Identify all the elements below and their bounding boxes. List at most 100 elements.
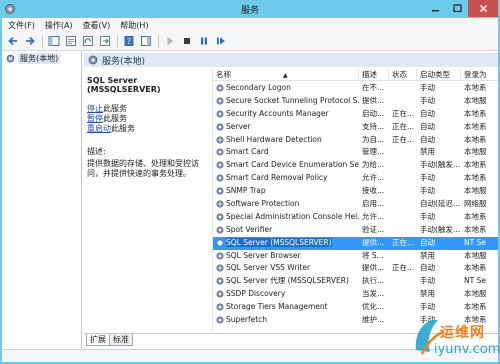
service-logon-cell: 本地系 (464, 173, 487, 183)
maximize-button[interactable] (446, 0, 468, 17)
service-name: Shell Hardware Detection (226, 134, 322, 144)
menu-action[interactable]: 操作(A) (45, 20, 73, 31)
pause-service-link[interactable]: 暂停 (87, 114, 103, 123)
extended-description-panel: SQL Server (MSSQLSERVER) 停止此服务 暂停此服务 重启动… (84, 69, 210, 331)
service-name-cell: Special Administration Console Hel... (213, 211, 359, 224)
service-row[interactable]: Server 支持... 正在... 自动 本地系 (213, 121, 498, 134)
service-row[interactable]: Shell Hardware Detection 为自... 正在... 自动 本地系 (213, 134, 498, 147)
menu-help[interactable]: 帮助(H) (120, 20, 148, 31)
column-header-logon-as[interactable]: 登录为 (461, 69, 498, 80)
service-name-cell: Superfetch (213, 314, 359, 327)
service-name: SQL Server Browser (226, 250, 301, 260)
export-list-icon (100, 36, 110, 46)
stop-service-link[interactable]: 停止 (87, 104, 103, 113)
service-row[interactable]: Software Protection 启用... 自动(延迟... 网络服 (213, 198, 498, 211)
service-row[interactable]: Spot Verifier 验证... 手动(触发... 本地系 (213, 224, 498, 237)
service-row[interactable]: Smart Card 管理... 禁用 本地服 (213, 146, 498, 159)
service-row[interactable]: SQL Server Browser 将 S... 禁用 本地服 (213, 250, 498, 263)
help-button[interactable]: ? (122, 34, 136, 48)
service-description-cell: 维护... (362, 315, 385, 325)
column-header-status[interactable]: 状态 (389, 69, 417, 80)
back-button[interactable] (6, 34, 20, 48)
tree-item-services-local[interactable]: 服务(本地) (6, 53, 61, 64)
service-startup-type-cell: 手动 (420, 186, 435, 196)
column-header-description[interactable]: 描述 (359, 69, 389, 80)
service-gear-icon (216, 200, 224, 208)
service-logon-cell: 网络服 (464, 199, 487, 209)
service-description-cell: 为给... (362, 160, 385, 170)
close-icon (479, 4, 487, 13)
service-name-cell: SQL Server Browser (213, 250, 359, 263)
column-header-name[interactable]: 名称 ▲ (213, 69, 359, 80)
restart-icon (217, 37, 225, 45)
forward-button[interactable] (23, 34, 37, 48)
minimize-button[interactable] (424, 0, 446, 17)
service-startup-type-cell: 禁用 (420, 289, 435, 299)
list-header: 名称 ▲ 描述 状态 启动类型 登录为 (213, 69, 498, 81)
service-name-cell: SNMP Trap (213, 185, 359, 198)
service-name-cell: Secure Socket Tunneling Protocol S... (213, 95, 359, 108)
export-list-button[interactable] (98, 34, 112, 48)
service-row[interactable]: Security Accounts Manager 启动... 正在... 自动 本地系 (213, 108, 498, 121)
service-logon-cell: 本地服 (464, 95, 487, 105)
content-area: 服务(本地) 服务(本地) SQL Server (MSSQLSERVER) 停… (2, 51, 498, 349)
restart-service-button[interactable] (214, 34, 228, 48)
menu-file[interactable]: 文件(F) (8, 20, 35, 31)
service-row[interactable]: SSDP Discovery 当发... 禁用 本地服 (213, 288, 498, 301)
stop-icon (184, 38, 190, 44)
stop-service-button[interactable] (180, 34, 194, 48)
service-row[interactable]: SQL Server (MSSQLSERVER) 提供... 正在... 自动 NT S… (213, 236, 498, 250)
service-row[interactable]: Secure Socket Tunneling Protocol S... 提供.… (213, 95, 498, 108)
service-row[interactable]: Secondary Logon 在不... 手动 本地系 (213, 82, 498, 95)
action-suffix: 此服务 (111, 124, 135, 133)
action-pane-button[interactable] (139, 34, 153, 48)
service-name-cell: Storage Tiers Management (213, 301, 359, 314)
properties-button[interactable] (64, 34, 78, 48)
service-startup-type-cell: 自动 (420, 134, 435, 144)
service-description-cell: 允许... (362, 211, 385, 221)
forward-arrow-icon (26, 36, 35, 46)
service-name: Smart Card Removal Policy (226, 173, 328, 183)
service-name: Server (226, 121, 251, 131)
service-description-cell: 允许... (362, 173, 385, 183)
service-gear-icon (216, 136, 224, 144)
service-row[interactable]: Smart Card Device Enumeration Se... 为给...… (213, 159, 498, 172)
service-description-cell: 为自... (362, 134, 385, 144)
refresh-button[interactable] (81, 34, 95, 48)
show-hide-tree-button[interactable] (47, 34, 61, 48)
service-row[interactable]: SQL Server VSS Writer 提供... 正在... 自动 本地系 (213, 262, 498, 275)
service-gear-icon (216, 277, 224, 285)
title-bar[interactable]: 服务 (0, 0, 500, 18)
service-logon-cell: 本地系 (464, 121, 487, 131)
service-gear-icon (216, 123, 224, 131)
minimize-icon (431, 10, 439, 12)
service-name: Secure Socket Tunneling Protocol S... (226, 95, 359, 105)
menu-view[interactable]: 查看(V) (83, 20, 111, 31)
service-logon-cell: NT Se (464, 237, 486, 247)
close-button[interactable] (468, 0, 498, 17)
tab-extended[interactable]: 扩展 (86, 334, 110, 346)
column-header-startup-type[interactable]: 启动类型 (417, 69, 461, 80)
tab-standard[interactable]: 标准 (109, 334, 133, 346)
service-row[interactable]: SNMP Trap 接收... 手动 本地服 (213, 185, 498, 198)
watermark-domain: iyunv.com (434, 342, 500, 357)
service-description-cell: 支持... (362, 121, 385, 131)
service-row[interactable]: SQL Server 代理 (MSSQLSERVER) 执行... 手动 NT Se (213, 275, 498, 288)
service-description-cell: 将 S... (362, 250, 384, 260)
service-startup-type-cell: 手动 (420, 276, 435, 286)
restart-service-action: 重启动此服务 (87, 124, 207, 134)
services-pane: 服务(本地) SQL Server (MSSQLSERVER) 停止此服务 暂停… (84, 51, 498, 349)
restart-service-link[interactable]: 重启动 (87, 124, 111, 133)
service-startup-type-cell: 自动(延迟... (420, 199, 461, 209)
service-description-cell: 管理... (362, 147, 385, 157)
service-description-cell: 提供... (362, 95, 385, 105)
service-startup-type-cell: 禁用 (420, 147, 435, 157)
service-name: Spot Verifier (226, 224, 273, 234)
service-row[interactable]: Special Administration Console Hel... 允许.… (213, 211, 498, 224)
service-row[interactable]: Smart Card Removal Policy 允许... 手动 本地系 (213, 172, 498, 185)
service-name-cell: Security Accounts Manager (213, 108, 359, 121)
start-service-button[interactable] (163, 34, 177, 48)
service-name: Special Administration Console Hel... (226, 211, 359, 221)
pause-service-button[interactable] (197, 34, 211, 48)
service-description-cell: 提供... (362, 237, 385, 247)
